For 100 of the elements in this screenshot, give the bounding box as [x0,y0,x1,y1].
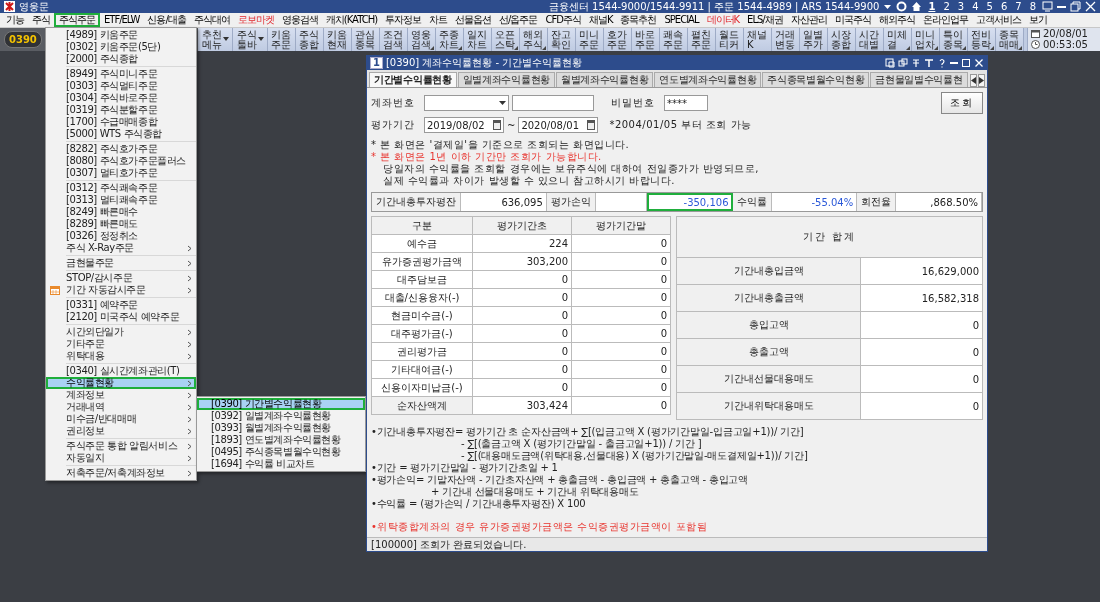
screen-number[interactable]: 6 [998,0,1010,13]
menu-item[interactable]: 기간 자동감시주문 [46,284,196,296]
menu-item[interactable]: 온라인업무 [918,13,972,27]
menu-item[interactable]: SPECIAL [660,13,703,27]
tab[interactable]: 금현물일별수익률현 [870,72,968,87]
toolbar-button[interactable]: 월드 티커 [716,28,744,51]
tab[interactable]: 일별계좌수익률현황 [457,72,555,87]
menu-item[interactable]: STOP/감시주문 [46,272,196,284]
menu-item[interactable]: 선물옵션 [451,13,496,27]
toolbar-button[interactable]: 키움 현재 [324,28,352,51]
menu-item[interactable]: 주식 [28,13,54,27]
menu-item[interactable]: [8289] 빠른매도 [46,218,196,230]
toolbar-button[interactable]: 영웅 검색 [408,28,436,51]
query-button[interactable]: 조회 [941,92,983,114]
menu-item[interactable]: 미국주식 [830,13,875,27]
date-field[interactable]: 2020/08/01 [518,117,599,133]
toolbar-button[interactable]: 오픈 스탁 [492,28,520,51]
menu-item[interactable]: [8249] 빠른매수 [46,206,196,218]
toolbar-button[interactable]: 거래 변동 [772,28,800,51]
toolbar-button[interactable]: 잔고 확인 [548,28,576,51]
menu-item[interactable]: [0304] 주식바로주문 [46,92,196,104]
screen-number[interactable]: 4 [970,0,981,13]
screen-number[interactable]: 8 [1027,0,1038,13]
menu-item[interactable]: 투자정보 [381,13,426,27]
menu-item[interactable]: [2000] 주식종합 [46,53,196,65]
toolbar-button[interactable]: 특이 종목 [940,28,968,51]
menu-item[interactable]: [4989] 키움주문 [46,29,196,41]
screen-number[interactable]: 3 [955,0,967,13]
password-field[interactable]: **** [664,95,708,111]
toolbar-button[interactable]: 관심 종목 [352,28,380,51]
account-field[interactable] [512,95,594,111]
menu-item[interactable]: [2120] 미국주식 예약주문 [46,311,196,323]
menu-item[interactable]: 기타주문 [46,338,196,350]
toolbar-button[interactable]: 주종 차트 [436,28,464,51]
menu-item[interactable]: 종목추천 [616,13,661,27]
menu-item[interactable]: [0393] 월별계좌수익률현황 [197,422,365,434]
menu-item[interactable]: 선/옵주문 [495,13,542,27]
menu-item[interactable]: 금현물주문 [46,257,196,269]
menu-item[interactable]: [0326] 정정취소 [46,230,196,242]
menu-item[interactable]: 캐치(KATCH) [321,13,382,27]
menu-item[interactable]: [0319] 주식분할주문 [46,104,196,116]
toolbar-button[interactable]: 시장 종합 [828,28,856,51]
menu-item[interactable]: ETF/ELW [100,13,144,27]
toolbar-button[interactable]: 미체 결 [884,28,912,51]
menu-item[interactable]: [0392] 일별계좌수익률현황 [197,410,365,422]
menu-item[interactable]: [0303] 주식멀티주문 [46,80,196,92]
toolbar-button[interactable]: 키움 주문 [268,28,296,51]
toolbar-button[interactable]: 추천 메뉴 [198,28,233,51]
toolbar-button[interactable]: 채널 K [744,28,772,51]
screen-number[interactable]: 7 [1013,0,1024,13]
menu-item[interactable]: [0495] 주식종목별월수익현황 [197,446,365,458]
toolbar-button[interactable]: 조건 검색 [380,28,408,51]
toolbar-button[interactable]: 주식 툴바 [233,28,268,51]
menu-item[interactable]: 주식대여 [189,13,234,27]
toolbar-button[interactable]: 주식 종합 [296,28,324,51]
menu-item[interactable]: [0331] 예약주문 [46,299,196,311]
menu-item[interactable]: 영웅검색 [277,13,322,27]
menu-item[interactable]: 위탁대용 [46,350,196,362]
menu-item[interactable]: 해외주식 [874,13,919,27]
toolbar-button[interactable]: 쾌속 주문 [660,28,688,51]
toolbar-button[interactable]: 바로 주문 [632,28,660,51]
toolbar-button[interactable]: 종목 매매 [996,28,1024,51]
menu-item[interactable]: [0312] 주식쾌속주문 [46,182,196,194]
menu-item[interactable]: [1694] 수익률 비교차트 [197,458,365,470]
toolbar-button[interactable]: 미니 업차 [912,28,940,51]
menu-item[interactable]: [8949] 주식미니주문 [46,68,196,80]
menu-item[interactable]: CFD주식 [541,13,585,27]
tab[interactable]: 주식종목별월수익현황 [762,72,870,87]
toolbar-button[interactable]: 해외 주식 [520,28,548,51]
menu-item[interactable]: [0307] 멀티호가주문 [46,167,196,179]
account-combo[interactable] [424,95,509,111]
menu-item[interactable]: 주식주문 통합 알림서비스 [46,440,196,452]
screen-number-combo[interactable]: 0390 [4,31,42,48]
menu-item[interactable]: 기능 [2,13,28,27]
menu-item[interactable]: [0390] 기간별수익률현황 [197,398,365,410]
tab[interactable]: 연도별계좌수익률현황 [654,72,762,87]
toolbar-button[interactable]: 시간 대별 [856,28,884,51]
menu-item[interactable]: 데이터K [702,13,744,27]
screen-number[interactable]: 2 [941,0,952,13]
screen-number[interactable]: 1 [926,0,938,13]
menu-item[interactable]: 채널K [584,13,617,27]
menu-item[interactable]: 미수금/반대매매 [46,413,196,425]
menu-item[interactable]: [0302] 키움주문(5단) [46,41,196,53]
menu-item[interactable]: 권리정보 [46,425,196,437]
menu-item[interactable]: 자산관리 [786,13,831,27]
toolbar-button[interactable]: 일지 차트 [464,28,492,51]
menu-item[interactable]: 신용/대출 [143,13,190,27]
menu-item[interactable]: [5000] WTS 주식종합 [46,128,196,140]
menu-item[interactable]: [1700] 수급매매종합 [46,116,196,128]
menu-item[interactable]: [8282] 주식호가주문 [46,143,196,155]
date-field[interactable]: 2019/08/02 [424,117,504,133]
menu-item[interactable]: [1893] 연도별계좌수익률현황 [197,434,365,446]
menu-item[interactable]: 저축주문/저축계좌정보 [46,467,196,479]
toolbar-button[interactable]: 호가 주문 [604,28,632,51]
menu-item[interactable]: 계좌정보 [46,389,196,401]
menu-item[interactable]: 자동일지 [46,452,196,464]
menu-item[interactable]: 로보마켓 [233,13,278,27]
tab[interactable]: 월별계좌수익률현황 [555,72,654,87]
menu-item[interactable]: [8080] 주식호가주문플러스 [46,155,196,167]
menu-item[interactable]: 수익률현황 [46,377,196,389]
